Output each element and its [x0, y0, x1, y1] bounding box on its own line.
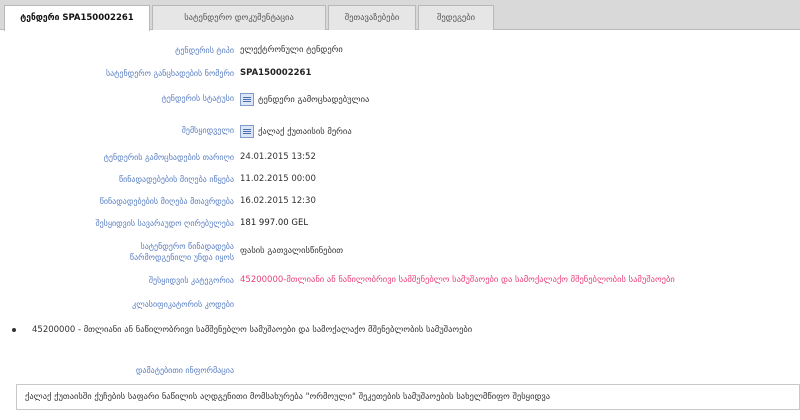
tab-bar: ტენდერი SPA150002261 სატენდერო დოკუმენტა…: [0, 0, 800, 31]
label-estimated-value: შესყიდვის სავარაუდო ღირებულება: [95, 219, 234, 228]
bullet-icon: [12, 328, 16, 332]
tab-tender[interactable]: ტენდერი SPA150002261: [4, 5, 150, 31]
value-tender-type: ელექტრონული ტენდერი: [240, 45, 343, 55]
tab-results[interactable]: შედეგები: [418, 5, 494, 30]
additional-info-box: ქალაქ ქუთაისში ქუჩების საფარი ნაწილის აღ…: [16, 384, 800, 410]
document-icon: [240, 93, 254, 106]
value-category: 45200000-მთლიანი ან ნაწილობრივი სამშენებ…: [240, 275, 675, 285]
label-additional-info: დამატებითი ინფორმაცია: [135, 366, 234, 375]
value-offers-end: 16.02.2015 12:30: [240, 196, 316, 206]
tab-tender-documentation[interactable]: სატენდერო დოკუმენტაცია: [152, 5, 326, 30]
value-estimated-value: 181 997.00 GEL: [240, 218, 309, 228]
label-announce-date: ტენდერის გამოცხადების თარიღი: [103, 153, 234, 162]
label-announcement-number: სატენდერო განცხადების ნომერი: [105, 69, 234, 78]
label-offers-end: წინადადებების მიღება მთავრდება: [99, 197, 234, 206]
label-classifier-codes: კლასიფიკატორის კოდები: [132, 300, 234, 309]
value-announce-date: 24.01.2015 13:52: [240, 152, 316, 162]
value-offers-start: 11.02.2015 00:00: [240, 174, 316, 184]
tab-offers[interactable]: შეთავაზებები: [328, 5, 416, 30]
value-tender-status: ტენდერი გამოცხადებულია: [240, 93, 369, 106]
value-announcement-number: SPA150002261: [240, 68, 312, 78]
label-tender-status: ტენდერის სტატუსი: [161, 94, 234, 103]
label-submission-basis: სატენდერო წინადადება წარმოდგენილი უნდა ი…: [129, 242, 234, 262]
label-offers-start: წინადადებების მიღება იწყება: [118, 175, 234, 184]
label-category: შესყიდვის კატეგორია: [148, 276, 234, 285]
label-tender-type: ტენდერის ტიპი: [175, 46, 234, 55]
classifier-code-text: 45200000 - მთლიანი ან ნაწილობრივი სამშენ…: [32, 325, 473, 335]
value-submission-basis: ფასის გათვალისწინებით: [240, 246, 344, 256]
tender-status-text: ტენდერი გამოცხადებულია: [258, 95, 370, 105]
organization-icon: [240, 125, 254, 138]
purchaser-link[interactable]: ქალაქ ქუთაისის მერია: [258, 127, 352, 137]
value-purchaser[interactable]: ქალაქ ქუთაისის მერია: [240, 125, 352, 138]
label-purchaser: შემსყიდველი: [181, 126, 234, 135]
